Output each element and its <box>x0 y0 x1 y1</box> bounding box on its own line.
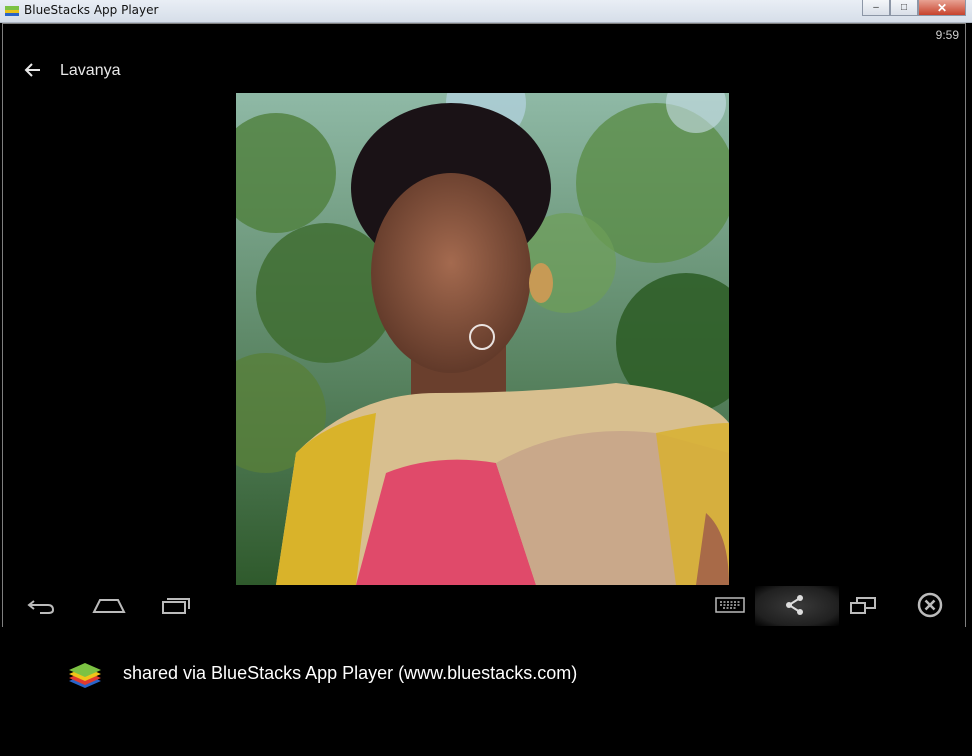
bluestacks-app-icon <box>5 6 19 16</box>
navigation-bar <box>3 584 965 627</box>
close-icon[interactable]: ✕ <box>918 0 966 16</box>
recent-apps-icon[interactable] <box>155 590 195 620</box>
share-caption-text: shared via BlueStacks App Player (www.bl… <box>123 663 578 683</box>
touch-indicator <box>469 324 495 350</box>
multi-window-icon[interactable] <box>843 590 883 620</box>
share-caption: shared via BlueStacks App Player (www.bl… <box>0 627 972 756</box>
back-icon[interactable] <box>21 590 61 620</box>
status-time: 9:59 <box>935 28 959 42</box>
bluestacks-logo-icon <box>69 663 101 688</box>
android-screen: 9:59 Lavanya <box>2 23 966 628</box>
share-icon[interactable] <box>775 590 815 620</box>
window-titlebar: BlueStacks App Player – □ ✕ <box>0 0 972 23</box>
minimize-icon[interactable]: – <box>862 0 890 16</box>
action-bar: Lavanya <box>3 54 965 88</box>
window-title: BlueStacks App Player <box>24 3 159 17</box>
home-icon[interactable] <box>89 590 129 620</box>
close-circle-icon[interactable] <box>910 590 950 620</box>
maximize-icon[interactable]: □ <box>890 0 918 16</box>
arrow-left-icon[interactable] <box>23 60 43 80</box>
contact-name: Lavanya <box>60 62 121 79</box>
window-controls: – □ ✕ <box>862 0 966 16</box>
keyboard-icon[interactable] <box>710 590 750 620</box>
